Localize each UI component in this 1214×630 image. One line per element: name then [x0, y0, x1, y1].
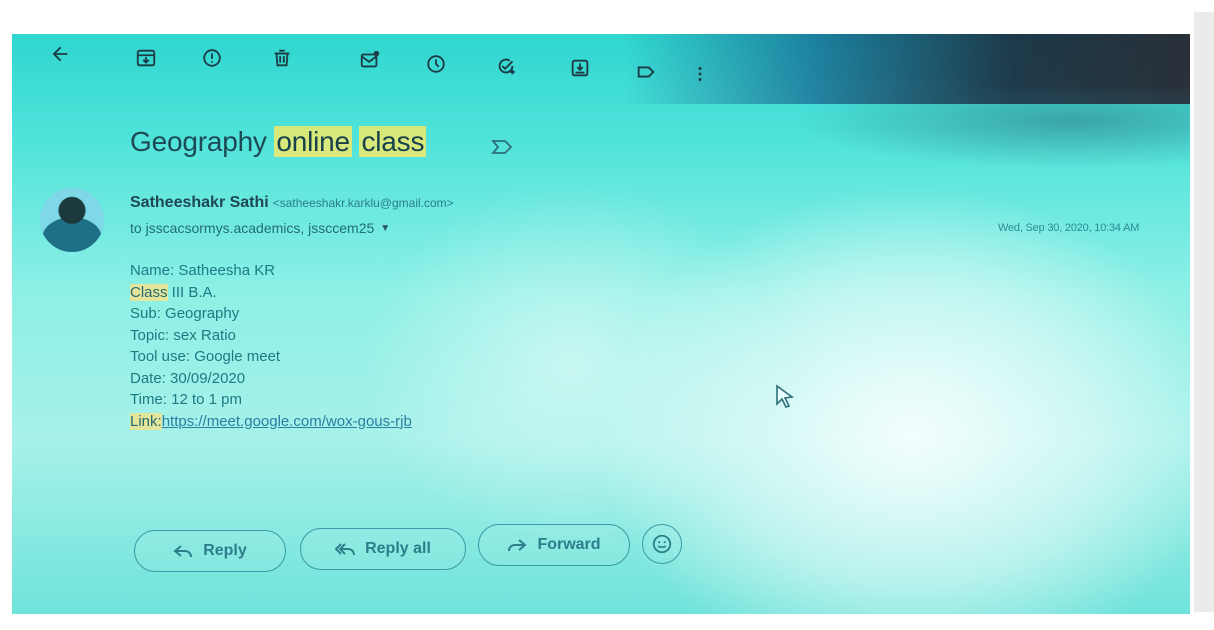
- body-sub: Sub: Geography: [130, 305, 240, 322]
- mark-unread-icon[interactable]: [356, 46, 384, 74]
- top-glare: [792, 89, 1190, 169]
- mouse-cursor-icon: [776, 384, 795, 408]
- delete-icon[interactable]: [268, 44, 296, 72]
- sender-line: Satheeshakr Sathi <satheeshakr.karklu@gma…: [130, 194, 454, 212]
- reply-all-button[interactable]: Reply all: [300, 528, 466, 570]
- subject-highlight-class: class: [359, 126, 427, 157]
- important-marker-icon[interactable]: [490, 138, 514, 156]
- meet-link[interactable]: https://meet.google.com/wox-gous-rjb: [162, 413, 412, 430]
- email-photo: Geography online class Satheeshakr Sathi…: [12, 34, 1190, 614]
- arrow-back-icon[interactable]: [46, 40, 74, 68]
- reply-all-label: Reply all: [365, 540, 431, 557]
- body-time: Time: 12 to 1 pm: [130, 391, 242, 408]
- reply-button[interactable]: Reply: [134, 530, 286, 572]
- reply-all-icon: [335, 543, 356, 556]
- smiley-icon: [652, 534, 672, 554]
- body-date: Date: 30/09/2020: [130, 369, 246, 387]
- chevron-down-icon[interactable]: ▼: [380, 223, 390, 234]
- recipients-text: to jsscacsormys.academics, jssccem25: [130, 220, 375, 236]
- emoji-reaction-button[interactable]: [642, 524, 682, 564]
- subject-text-part1: Geography: [130, 126, 275, 157]
- sender-name: Satheeshakr Sathi: [130, 194, 269, 211]
- move-to-icon[interactable]: [566, 54, 594, 82]
- subject-highlight-online: online: [274, 126, 352, 157]
- top-shadow: [12, 34, 1190, 104]
- snooze-icon[interactable]: [422, 50, 450, 78]
- body-name: Name: Satheesha KR: [130, 262, 276, 279]
- email-body: Name: Satheesha KR Class III B.A. Sub: G…: [130, 260, 412, 432]
- archive-icon[interactable]: [132, 44, 160, 72]
- forward-label: Forward: [537, 536, 601, 553]
- report-spam-icon[interactable]: [198, 44, 226, 72]
- body-topic: Topic: sex Ratio: [130, 326, 236, 344]
- body-class: Class III B.A.: [130, 282, 412, 304]
- avatar[interactable]: [40, 188, 104, 252]
- recipients-line: to jsscacsormys.academics, jssccem25 ▼: [130, 220, 390, 236]
- body-tool: Tool use: Google meet: [130, 348, 281, 365]
- body-link-line: Link:https://meet.google.com/wox-gous-rj…: [130, 411, 412, 433]
- email-date: Wed, Sep 30, 2020, 10:34 AM: [998, 222, 1140, 234]
- more-vert-icon[interactable]: [686, 60, 714, 88]
- forward-icon: [508, 539, 527, 552]
- body-class-label: Class: [130, 283, 168, 301]
- body-link-label: Link:: [130, 412, 162, 430]
- email-subject: Geography online class: [130, 126, 427, 158]
- reply-label: Reply: [203, 542, 247, 559]
- sender-email: <satheeshakr.karklu@gmail.com>: [272, 196, 454, 210]
- label-icon[interactable]: [632, 58, 660, 86]
- add-task-icon[interactable]: [492, 52, 520, 80]
- forward-button[interactable]: Forward: [478, 524, 630, 566]
- body-class-value: III B.A.: [167, 283, 217, 301]
- reply-icon: [173, 545, 193, 558]
- right-edge-strip: [1194, 12, 1214, 612]
